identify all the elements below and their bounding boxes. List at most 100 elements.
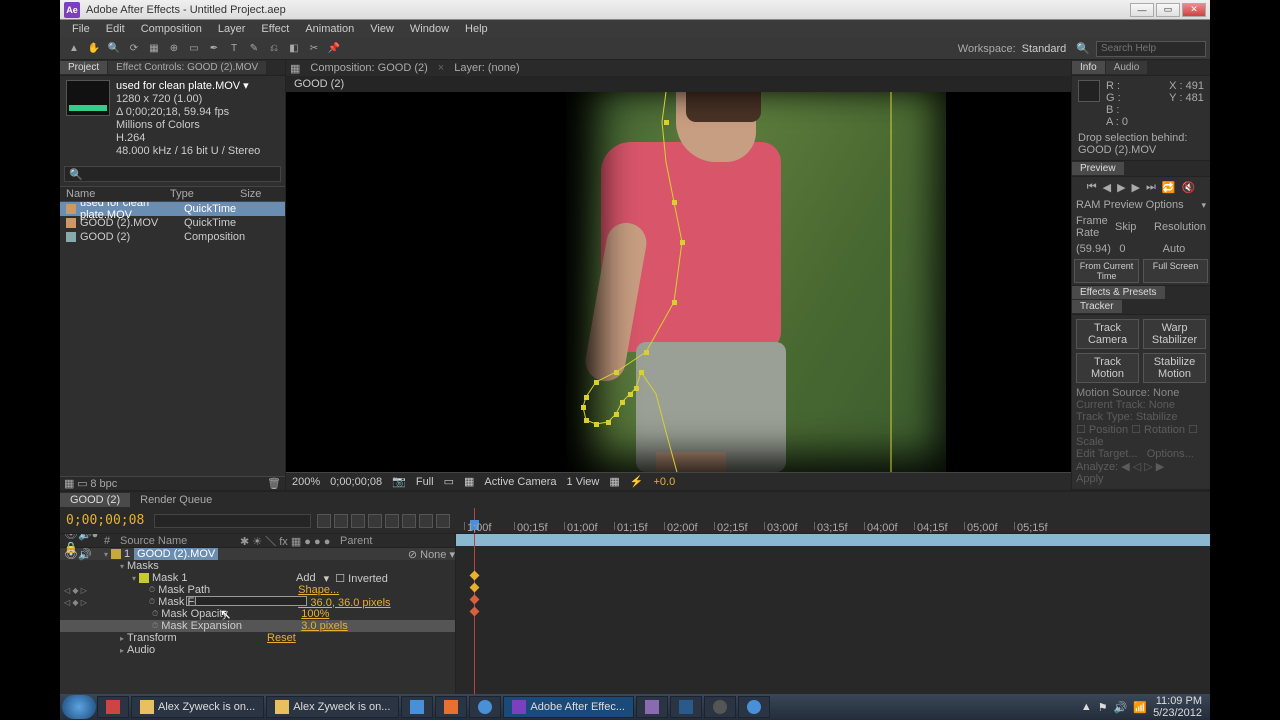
warp-stabilizer-button[interactable]: Warp Stabilizer — [1143, 319, 1206, 349]
keyframe[interactable] — [470, 571, 480, 581]
comp-mini-flowchart-icon[interactable] — [317, 514, 331, 528]
eraser-tool[interactable]: ◧ — [285, 40, 303, 58]
loop-button[interactable]: 🔁 — [1162, 181, 1176, 194]
tab-layer[interactable]: Layer: (none) — [454, 62, 519, 74]
val-framerate[interactable]: (59.94) — [1076, 243, 1119, 255]
view-dropdown[interactable]: 1 View — [567, 476, 600, 488]
roi-icon[interactable]: ▭ — [444, 475, 454, 488]
rect-tool[interactable]: ▭ — [185, 40, 203, 58]
mask-path-prop[interactable]: Mask Path — [158, 584, 298, 596]
mask-1[interactable]: Mask 1 — [152, 572, 292, 584]
clone-tool[interactable]: ⎌ — [265, 40, 283, 58]
exposure-value[interactable]: +0.0 — [653, 476, 675, 488]
tray-icon[interactable]: ▲ — [1081, 701, 1092, 713]
current-time[interactable]: 0;00;00;08 — [66, 513, 144, 528]
frame-blend-icon[interactable] — [368, 514, 382, 528]
taskbar-item[interactable]: Alex Zyweck is on... — [266, 696, 399, 718]
timeline-tab-comp[interactable]: GOOD (2) — [60, 493, 130, 507]
folder-icon[interactable]: ▭ — [77, 477, 87, 490]
motion-source-value[interactable]: None — [1153, 387, 1179, 399]
first-frame-button[interactable]: ⏮ — [1087, 181, 1097, 194]
mask-path-overlay[interactable] — [286, 92, 986, 472]
start-button[interactable] — [62, 695, 96, 719]
rotate-tool[interactable]: ⟳ — [125, 40, 143, 58]
layer-name[interactable]: GOOD (2).MOV — [134, 548, 218, 560]
viewer-time[interactable]: 0;00;00;08 — [330, 476, 382, 488]
menu-window[interactable]: Window — [402, 23, 457, 35]
project-item[interactable]: GOOD (2)Composition — [60, 230, 285, 244]
shy-icon[interactable] — [351, 514, 365, 528]
fast-preview-icon[interactable]: ⚡ — [630, 475, 644, 488]
taskbar-item[interactable] — [704, 696, 736, 718]
tab-composition[interactable]: Composition: GOOD (2) — [310, 62, 427, 74]
grid-icon[interactable]: ▦ — [464, 475, 474, 488]
tab-effects-presets[interactable]: Effects & Presets — [1072, 286, 1165, 299]
help-search-input[interactable] — [1096, 41, 1206, 57]
resolution-dropdown[interactable]: Full — [416, 476, 434, 488]
from-current-time-button[interactable]: From Current Time — [1074, 259, 1139, 283]
menu-effect[interactable]: Effect — [253, 23, 297, 35]
track-motion-button[interactable]: Track Motion — [1076, 353, 1139, 383]
col-name[interactable]: Name — [60, 188, 170, 200]
taskbar-item-active[interactable]: Adobe After Effec... — [503, 696, 634, 718]
taskbar-item[interactable] — [636, 696, 668, 718]
toggle-switches-bar[interactable] — [195, 596, 307, 606]
project-search-input[interactable]: 🔍 — [64, 166, 281, 182]
timeline-tab-render[interactable]: Render Queue — [130, 493, 222, 507]
stabilize-motion-button[interactable]: Stabilize Motion — [1143, 353, 1206, 383]
zoom-tool[interactable]: 🔍 — [105, 40, 123, 58]
tab-tracker[interactable]: Tracker — [1072, 300, 1122, 313]
auto-keyframe-icon[interactable] — [436, 514, 450, 528]
camera-tool[interactable]: ▦ — [145, 40, 163, 58]
val-skip[interactable]: 0 — [1119, 243, 1162, 255]
last-frame-button[interactable]: ⏭ — [1146, 181, 1156, 194]
puppet-tool[interactable]: 📌 — [325, 40, 343, 58]
tray-time[interactable]: 11:09 PM — [1153, 695, 1202, 707]
text-tool[interactable]: T — [225, 40, 243, 58]
mute-button[interactable]: 🔇 — [1182, 181, 1196, 194]
transform-group[interactable]: Transform — [127, 632, 267, 644]
col-parent[interactable]: Parent — [340, 535, 372, 547]
draft3d-icon[interactable] — [334, 514, 348, 528]
menu-bar[interactable]: File Edit Composition Layer Effect Anima… — [60, 20, 1210, 38]
project-item[interactable]: GOOD (2).MOVQuickTime — [60, 216, 285, 230]
taskbar-item[interactable]: Alex Zyweck is on... — [131, 696, 264, 718]
graph-editor-icon[interactable] — [419, 514, 433, 528]
val-resolution[interactable]: Auto — [1163, 243, 1206, 255]
zoom-dropdown[interactable]: 200% — [292, 476, 320, 488]
tray-icon[interactable]: 📶 — [1133, 701, 1147, 714]
trash-icon[interactable]: 🗑 — [267, 477, 281, 490]
keyframe[interactable] — [470, 607, 480, 617]
prev-frame-button[interactable]: ◀ — [1103, 181, 1111, 194]
menu-file[interactable]: File — [64, 23, 98, 35]
tab-info[interactable]: Info — [1072, 61, 1105, 74]
keyframe[interactable] — [470, 595, 480, 605]
menu-edit[interactable]: Edit — [98, 23, 133, 35]
composition-viewer[interactable] — [286, 92, 1071, 472]
tray-icon[interactable]: 🔊 — [1114, 701, 1128, 714]
brainstorm-icon[interactable] — [402, 514, 416, 528]
tab-audio[interactable]: Audio — [1106, 61, 1148, 74]
audio-group[interactable]: Audio — [127, 644, 155, 656]
menu-animation[interactable]: Animation — [297, 23, 362, 35]
bpc-button[interactable]: 8 bpc — [90, 478, 117, 490]
layer-bar[interactable] — [456, 534, 1210, 546]
play-button[interactable]: ▶ — [1117, 181, 1125, 194]
tab-effect-controls[interactable]: Effect Controls: GOOD (2).MOV — [108, 61, 266, 74]
timeline-search[interactable] — [154, 514, 311, 528]
col-type[interactable]: Type — [170, 188, 240, 200]
ram-preview-label[interactable]: RAM Preview Options — [1076, 199, 1201, 211]
keyframe[interactable] — [470, 583, 480, 593]
menu-layer[interactable]: Layer — [210, 23, 254, 35]
motion-blur-icon[interactable] — [385, 514, 399, 528]
menu-view[interactable]: View — [362, 23, 402, 35]
maximize-button[interactable]: ▭ — [1156, 3, 1180, 17]
tab-preview[interactable]: Preview — [1072, 162, 1124, 175]
col-source-name[interactable]: Source Name — [120, 535, 240, 547]
pan-behind-tool[interactable]: ⊕ — [165, 40, 183, 58]
close-button[interactable]: ✕ — [1182, 3, 1206, 17]
taskbar-item[interactable] — [401, 696, 433, 718]
workspace-value[interactable]: Standard — [1022, 43, 1067, 55]
interpret-icon[interactable]: ▦ — [64, 477, 74, 490]
tray-icon[interactable]: ⚑ — [1098, 701, 1108, 714]
